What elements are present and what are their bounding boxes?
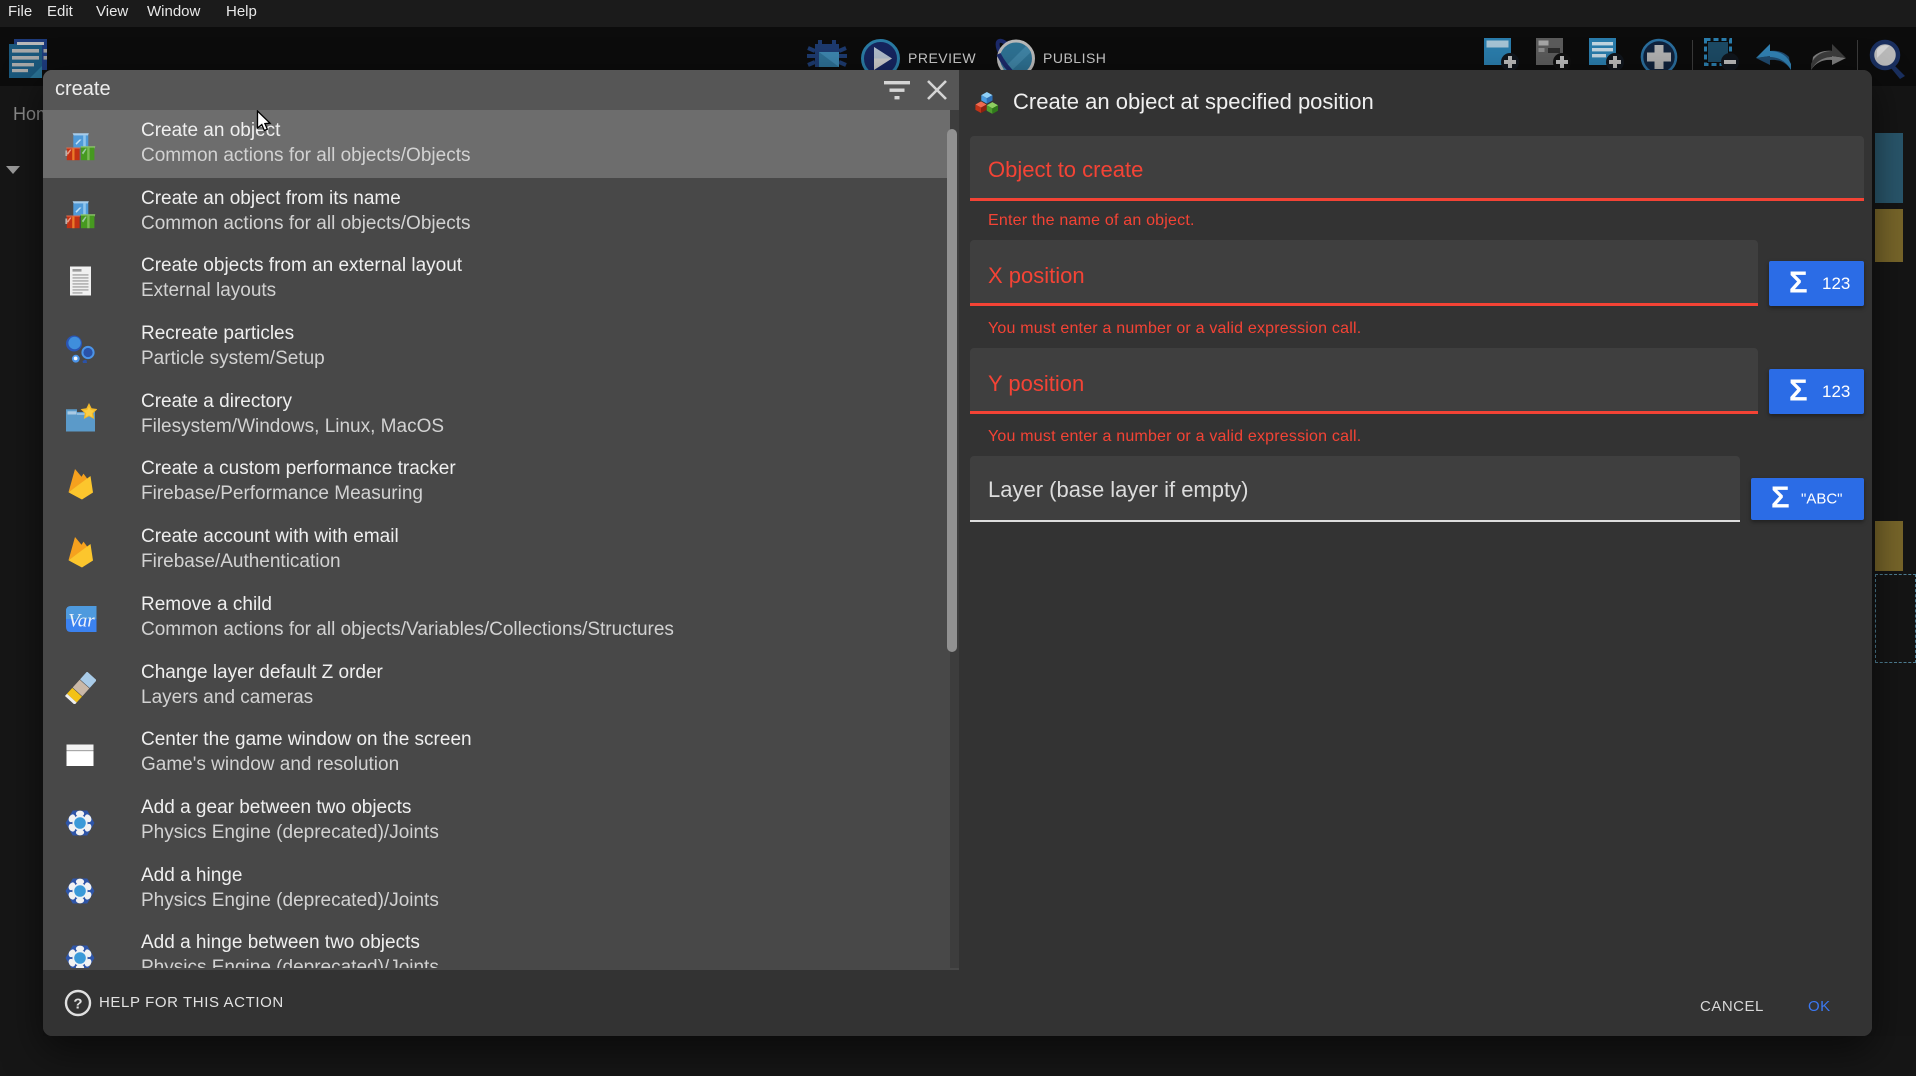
- svg-text:?: ?: [73, 996, 82, 1013]
- svg-text:Var: Var: [68, 611, 95, 632]
